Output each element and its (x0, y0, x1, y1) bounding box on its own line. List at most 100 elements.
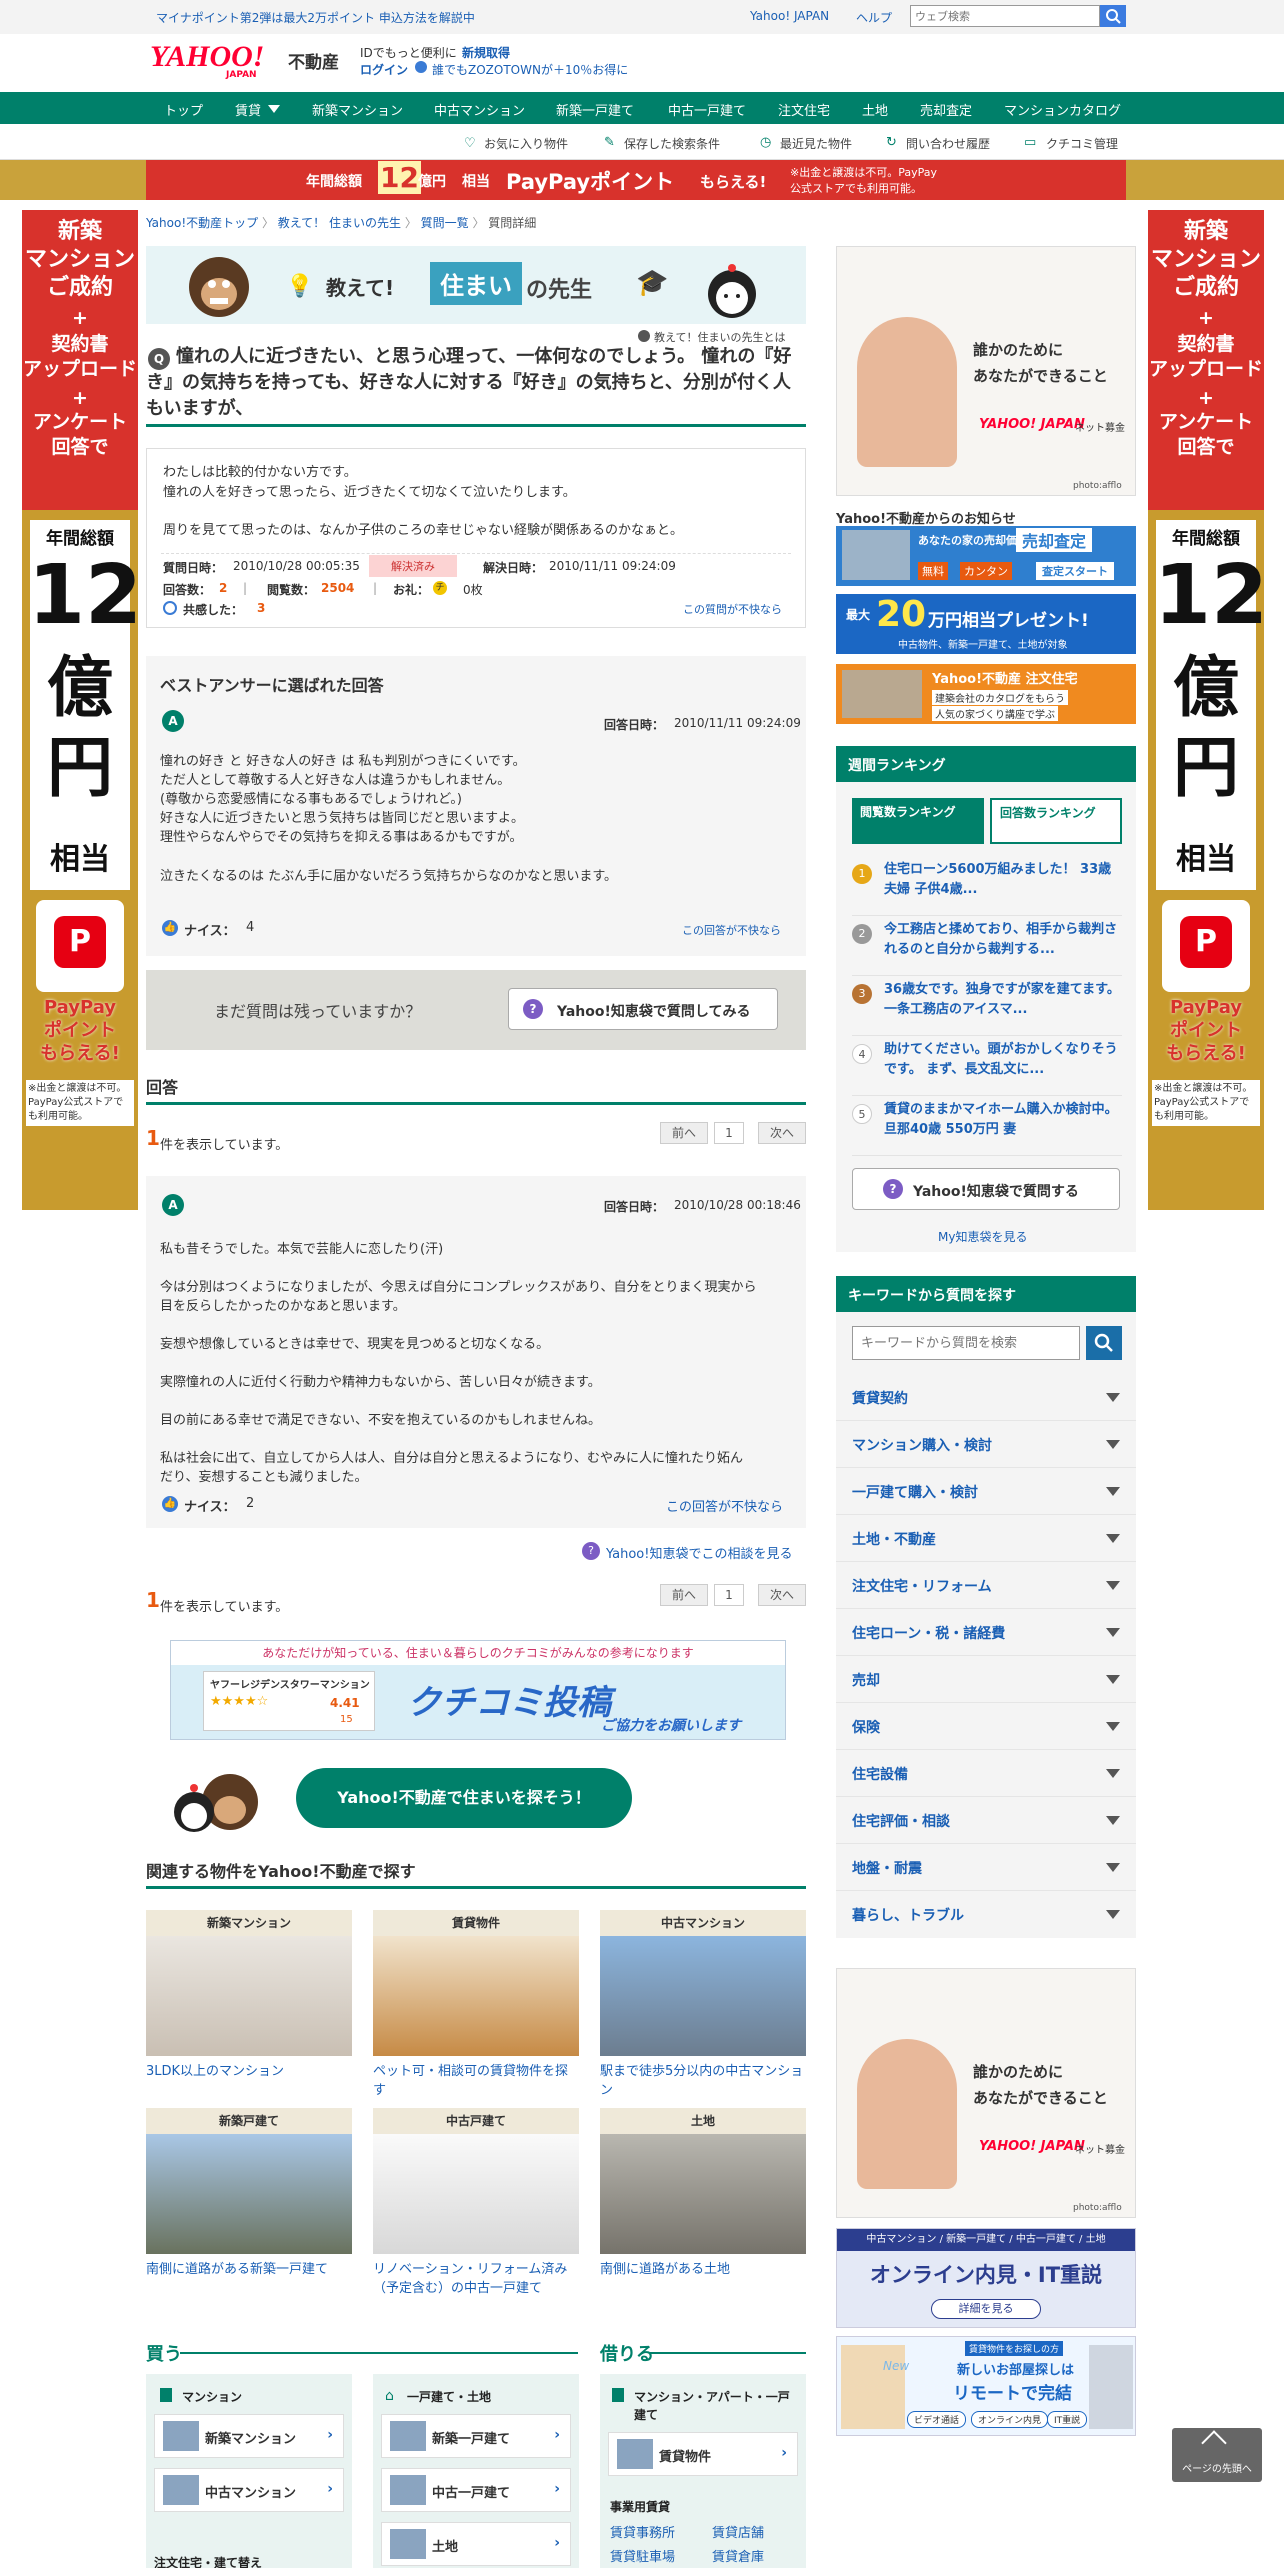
keyword-item[interactable]: 暮らし、トラブル (836, 1891, 1136, 1938)
nav-custom-home[interactable]: 注文住宅 (778, 100, 830, 119)
right-ad-1[interactable]: 誰かのために あなたができること YAHOO! JAPAN ネット募金 phot… (836, 246, 1136, 496)
remote-rental-ad[interactable]: 賃貸物件をお探しの方 New 新しいお部屋探しは リモートで完結 ビデオ通話 オ… (836, 2336, 1136, 2436)
related-item[interactable]: 新築マンション 3LDK以上のマンション (146, 1910, 352, 2081)
thumbs-up-icon[interactable]: 👍 (162, 1496, 178, 1512)
prev-page-button[interactable]: 前へ (660, 1584, 708, 1606)
question-report-link[interactable]: この質問が不快なら (683, 601, 782, 617)
keyword-item[interactable]: マンション購入・検討 (836, 1421, 1136, 1468)
keyword-item[interactable]: 住宅評価・相談 (836, 1797, 1136, 1844)
notice-custom-banner[interactable]: Yahoo!不動産 注文住宅 建築会社のカタログをもらう 人気の家づくり講座で学… (836, 664, 1136, 724)
keyword-item[interactable]: 土地・不動産 (836, 1515, 1136, 1562)
zozo-link[interactable]: 誰でもZOZOTOWNが＋10％お得に (432, 61, 628, 78)
consult-link[interactable]: Yahoo!知恵袋でこの相談を見る (606, 1543, 792, 1562)
nav-top[interactable]: トップ (164, 100, 203, 119)
side-ad-note: ※出金と譲渡は不可。PayPay公式ストアでも利用可能。 (26, 1080, 134, 1126)
left-side-ad[interactable]: 新築 マンション ご成約 + 契約書 アップロード + アンケート 回答で 年間総額 1… (22, 210, 138, 1210)
notice-present-banner[interactable]: 最大 20 万円相当プレゼント! 中古物件、新築一戸建て、土地が対象 (836, 594, 1136, 654)
nav-new-house[interactable]: 新築一戸建て (556, 100, 634, 119)
used-house-link[interactable]: 中古一戸建て › (381, 2468, 571, 2512)
inquiry-link[interactable]: 問い合わせ履歴 (906, 135, 990, 152)
search-bubble-button[interactable]: Yahoo!不動産で住まいを探そう！ (296, 1768, 632, 1828)
ranking-item[interactable]: 4 助けてください。頭がおかしくなりそうです。 まず、長文乱文に... (852, 1036, 1122, 1096)
keyword-item[interactable]: 住宅設備 (836, 1750, 1136, 1797)
keyword-search-input[interactable] (852, 1326, 1080, 1360)
ranking-item[interactable]: 2 今工務店と揉めており、相手から裁判されるのと自分から裁判する... (852, 916, 1122, 976)
right-ad-2[interactable]: 誰かのために あなたができること YAHOO! JAPAN ネット募金 phot… (836, 1968, 1136, 2218)
web-search-button[interactable] (1100, 5, 1126, 27)
logo[interactable]: YAHOO! JAPAN 不動産 (150, 40, 360, 84)
page-top-button[interactable]: ページの先頭へ (1172, 2428, 1262, 2482)
related-item[interactable]: 土地 南側に道路がある土地 (600, 2108, 806, 2279)
clip-icon: ✎ (604, 135, 615, 150)
register-link[interactable]: 新規取得 (462, 44, 510, 61)
ask-chiebukuro-button[interactable]: ? Yahoo!知恵袋で質問してみる (508, 988, 778, 1030)
breadcrumb-list[interactable]: 質問一覧 (421, 216, 469, 230)
login-link[interactable]: ログイン (360, 61, 408, 78)
chintai-link[interactable]: 賃貸物件 › (608, 2432, 798, 2476)
ad-detail-button[interactable]: 詳細を見る (931, 2299, 1041, 2319)
review-link[interactable]: クチコミ管理 (1046, 135, 1118, 152)
breadcrumb-sensei[interactable]: 教えて！ 住まいの先生 (278, 216, 401, 230)
keyword-label: 注文住宅・リフォーム (852, 1579, 992, 1595)
chiebukuro-ask-button[interactable]: ? Yahoo!知恵袋で質問する (852, 1168, 1120, 1210)
answer-report-link[interactable]: この回答が不快なら (666, 1496, 783, 1515)
online-viewing-ad[interactable]: 中古マンション / 新築一戸建て / 中古一戸建て / 土地 オンライン内見・I… (836, 2228, 1136, 2328)
nav-land[interactable]: 土地 (862, 100, 888, 119)
keyword-item[interactable]: 賃貸契約 (836, 1374, 1136, 1421)
prev-page-button[interactable]: 前へ (660, 1122, 708, 1144)
recent-link[interactable]: 最近見た物件 (780, 135, 852, 152)
nav-new-mansion[interactable]: 新築マンション (312, 100, 403, 119)
ranking-item[interactable]: 5 賃貸のままかマイホーム購入か検討中。旦那40歳 550万円 妻 (852, 1096, 1122, 1156)
help-link[interactable]: ヘルプ (856, 9, 892, 26)
related-item[interactable]: 新築戸建て 南側に道路がある新築一戸建て (146, 2108, 352, 2279)
thumbs-up-icon[interactable]: 👍 (162, 920, 178, 936)
used-mansion-link[interactable]: 中古マンション › (154, 2468, 344, 2512)
keyword-item[interactable]: 住宅ローン・税・諸経費 (836, 1609, 1136, 1656)
nav-mansion-catalog[interactable]: マンションカタログ (1004, 100, 1121, 119)
nav-rent[interactable]: 賃貸 (235, 100, 261, 119)
keyword-item[interactable]: 保険 (836, 1703, 1136, 1750)
land-link[interactable]: 土地 › (381, 2522, 571, 2566)
page-number[interactable]: 1 (714, 1584, 744, 1606)
web-search-input[interactable] (910, 5, 1100, 27)
breadcrumb-top[interactable]: Yahoo!不動産トップ (146, 216, 258, 230)
parking-link[interactable]: 賃貸駐車場 (610, 2546, 675, 2565)
next-page-button[interactable]: 次へ (758, 1584, 806, 1606)
my-chiebukuro-link[interactable]: My知恵袋を見る (938, 1228, 1027, 1245)
new-house-link[interactable]: 新築一戸建て › (381, 2414, 571, 2458)
side-ad-line: アップロード (22, 358, 137, 380)
yahoo-japan-link[interactable]: Yahoo! JAPAN (750, 9, 829, 23)
sensei-banner[interactable]: 💡 教えて! 住まい の先生 🎓 (146, 246, 806, 324)
saved-search-link[interactable]: 保存した検索条件 (624, 135, 720, 152)
tab-answers-ranking[interactable]: 回答数ランキング (990, 798, 1122, 844)
related-item[interactable]: 賃貸物件 ペット可・相談可の賃貸物件を探す (373, 1910, 579, 2100)
paypay-banner[interactable]: 年間総額 12 億円 相当 PayPayポイント もらえる! ※出金と譲渡は不可… (0, 160, 1284, 200)
new-mansion-link[interactable]: 新築マンション › (154, 2414, 344, 2458)
ranking-item[interactable]: 1 住宅ローン5600万組みました！ 33歳夫婦 子供4歳... (852, 856, 1122, 916)
keyword-item[interactable]: 売却 (836, 1656, 1136, 1703)
keyword-item[interactable]: 注文住宅・リフォーム (836, 1562, 1136, 1609)
keyword-item[interactable]: 地盤・耐震 (836, 1844, 1136, 1891)
kuchikomi-banner[interactable]: あなただけが知っている、住まい＆暮らしのクチコミがみんなの参考になります ヤフー… (170, 1640, 786, 1740)
nav-used-house[interactable]: 中古一戸建て (668, 100, 746, 119)
nav-sale-assessment[interactable]: 売却査定 (920, 100, 972, 119)
notice-sale-banner[interactable]: あなたの家の売却価格は？ 売却査定 無料 カンタン 査定スタート (836, 526, 1136, 586)
favorites-link[interactable]: お気に入り物件 (484, 135, 568, 152)
nav-used-mansion[interactable]: 中古マンション (434, 100, 525, 119)
tab-views-ranking[interactable]: 閲覧数ランキング (852, 798, 984, 844)
ranking-item[interactable]: 3 36歳女です。独身ですが家を建てます。一条工務店のアイスマ... (852, 976, 1122, 1036)
promo-link[interactable]: マイナポイント第2弾は最大2万ポイント 申込方法を解説中 (156, 9, 475, 26)
empathy-label[interactable]: 共感した： (183, 601, 243, 618)
office-link[interactable]: 賃貸事務所 (610, 2522, 675, 2541)
keyword-item[interactable]: 一戸建て購入・検討 (836, 1468, 1136, 1515)
sensei-about-link[interactable]: 教えて！住まいの先生とは (654, 329, 785, 345)
warehouse-link[interactable]: 賃貸倉庫 (712, 2546, 764, 2565)
keyword-search-button[interactable] (1086, 1326, 1122, 1360)
next-page-button[interactable]: 次へ (758, 1122, 806, 1144)
right-side-ad[interactable]: 新築 マンション ご成約 + 契約書 アップロード + アンケート 回答で 年間総額 1… (1148, 210, 1264, 1210)
related-item[interactable]: 中古戸建て リノベーション・リフォーム済み（予定含む）の中古一戸建て (373, 2108, 579, 2298)
page-number[interactable]: 1 (714, 1122, 744, 1144)
shop-link[interactable]: 賃貸店舗 (712, 2522, 764, 2541)
best-report-link[interactable]: この回答が不快なら (682, 922, 781, 938)
related-item[interactable]: 中古マンション 駅まで徒歩5分以内の中古マンション (600, 1910, 806, 2100)
